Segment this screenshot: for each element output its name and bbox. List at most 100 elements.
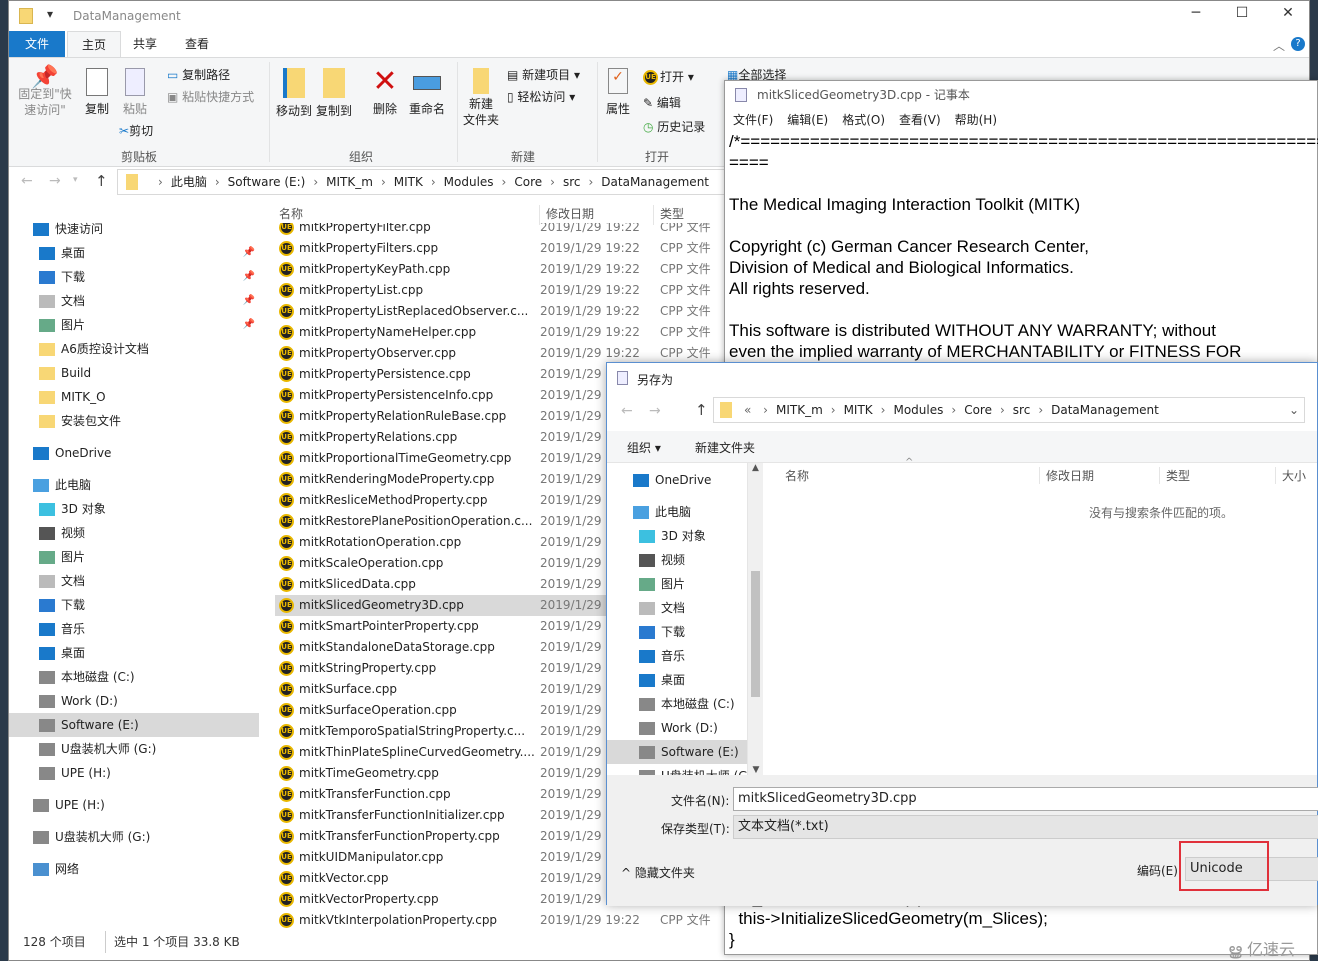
breadcrumb-item[interactable]: Software (E:) (228, 175, 306, 189)
pin-icon[interactable]: 📌 (243, 313, 255, 337)
pin-icon[interactable]: 📌 (243, 241, 255, 265)
nav-item[interactable]: U盘装机大师 (G:) (9, 825, 259, 849)
breadcrumb-item[interactable]: DataManagement (1051, 403, 1159, 417)
nav-item[interactable]: 本地磁盘 (C:) (9, 665, 259, 689)
nav-item[interactable]: 下载 📌 (9, 265, 259, 289)
collapse-ribbon-icon[interactable]: ︿ (1273, 37, 1285, 54)
back-button[interactable]: ← (621, 403, 633, 419)
delete-button[interactable]: ✕ 删除 (369, 64, 401, 117)
overflow-chevron[interactable]: « (744, 403, 751, 417)
file-row[interactable]: UE mitkPropertyNameHelper.cpp 2019/1/29 19… (275, 322, 735, 343)
nav-item[interactable]: 文档 (627, 596, 763, 620)
copy-to-button[interactable]: 复制到 (315, 68, 353, 119)
back-button[interactable]: ← (21, 173, 33, 189)
nav-item[interactable]: 网络 (9, 857, 259, 881)
properties-button[interactable]: ✓ 属性 (603, 68, 633, 117)
nav-item[interactable]: Build (9, 361, 259, 385)
up-button[interactable]: ↑ (95, 172, 108, 190)
breadcrumb-item[interactable]: Core (964, 403, 992, 417)
pin-icon[interactable]: 📌 (243, 289, 255, 313)
easy-access-button[interactable]: ▯ 轻松访问 ▾ (507, 88, 575, 105)
file-row[interactable]: UE mitkVtkInterpolationProperty.cpp 2019/1… (275, 910, 735, 931)
nav-item[interactable]: 此电脑 (627, 500, 763, 524)
column-header-date[interactable]: 修改日期 (1039, 467, 1094, 484)
breadcrumb-item[interactable]: MITK (394, 175, 423, 189)
rename-button[interactable]: 重命名 (407, 68, 447, 117)
nav-item[interactable]: U盘装机大师 (G:) (9, 737, 259, 761)
nav-item[interactable]: 下载 (9, 593, 259, 617)
breadcrumb-item[interactable]: MITK_m (326, 175, 373, 189)
nav-item[interactable]: 3D 对象 (627, 524, 763, 548)
pin-quick-access-button[interactable]: 📌 固定到"快 速访问" (13, 67, 77, 118)
nav-item[interactable]: 文档 📌 (9, 289, 259, 313)
nav-item[interactable]: 快速访问 (9, 217, 259, 241)
nav-item[interactable]: 视频 (627, 548, 763, 572)
new-folder-button[interactable]: 新建 文件夹 (461, 68, 501, 128)
forward-button[interactable]: → (649, 403, 661, 419)
nav-item[interactable]: 视频 (9, 521, 259, 545)
open-button[interactable]: UE 打开 ▾ (643, 68, 694, 85)
nav-item[interactable]: UPE (H:) (9, 793, 259, 817)
nav-item[interactable]: 桌面 (9, 641, 259, 665)
notepad-text-area[interactable]: /*======================================… (729, 131, 1318, 361)
nav-item[interactable]: 音乐 (627, 644, 763, 668)
nav-item[interactable]: UPE (H:) (9, 761, 259, 785)
pin-icon[interactable]: 📌 (243, 265, 255, 289)
breadcrumb-item[interactable]: src (563, 175, 581, 189)
scroll-thumb[interactable] (751, 571, 760, 697)
address-dropdown-icon[interactable]: ⌄ (1289, 403, 1299, 417)
nav-item[interactable]: 本地磁盘 (C:) (627, 692, 763, 716)
file-row[interactable]: UE mitkPropertyObserver.cpp 2019/1/29 19:2… (275, 343, 735, 364)
forward-button[interactable]: → (49, 173, 61, 189)
recent-dropdown-icon[interactable]: ▾ (73, 175, 78, 185)
nav-item[interactable]: Work (D:) (627, 716, 763, 740)
notepad-menu-item[interactable]: 格式(O) (842, 113, 885, 127)
scroll-up-icon[interactable]: ▲ (748, 463, 763, 473)
tab-share[interactable]: 共享 (119, 31, 171, 57)
file-row[interactable]: UE mitkPropertyList.cpp 2019/1/29 19:22 CPP… (275, 280, 735, 301)
nav-item[interactable]: OneDrive (627, 468, 763, 492)
nav-item[interactable]: 图片 📌 (9, 313, 259, 337)
nav-item[interactable]: 图片 (627, 572, 763, 596)
notepad-menu-item[interactable]: 帮助(H) (955, 113, 997, 127)
scroll-down-icon[interactable]: ▼ (748, 765, 764, 775)
nav-item[interactable]: 音乐 (9, 617, 259, 641)
nav-item[interactable]: Software (E:) (9, 713, 259, 737)
filename-input[interactable]: mitkSlicedGeometry3D.cpp (733, 787, 1318, 811)
organize-button[interactable]: 组织 ▾ (627, 439, 661, 456)
nav-item[interactable]: 桌面 📌 (9, 241, 259, 265)
nav-item[interactable]: Software (E:) (607, 740, 747, 764)
minimize-button[interactable]: ─ (1173, 5, 1219, 21)
hide-folders-button[interactable]: ^ 隐藏文件夹 (621, 864, 695, 881)
copy-button[interactable]: 复制 (79, 68, 115, 117)
maximize-button[interactable]: ☐ (1219, 5, 1265, 21)
new-item-button[interactable]: ▤ 新建项目 ▾ (507, 66, 580, 83)
paste-shortcut-button[interactable]: ▣ 粘贴快捷方式 (167, 88, 254, 105)
nav-item[interactable]: 安装包文件 (9, 409, 259, 433)
breadcrumb-item[interactable]: DataManagement (601, 175, 709, 189)
file-row[interactable]: UE mitkPropertyKeyPath.cpp 2019/1/29 19:22… (275, 259, 735, 280)
address-bar[interactable]: › 此电脑 › Software (E:) › MITK_m › MITK › Modules › C… (117, 169, 757, 195)
file-row[interactable]: UE mitkPropertyListReplacedObserver.c... 2… (275, 301, 735, 322)
paste-button[interactable]: 粘贴 (117, 68, 153, 117)
up-button[interactable]: ↑ (695, 401, 708, 419)
tab-home[interactable]: 主页 (67, 31, 122, 57)
nav-item[interactable]: MITK_O (9, 385, 259, 409)
nav-item[interactable]: U盘装机大师 (G: (627, 764, 763, 775)
edit-button[interactable]: ✎ 编辑 (643, 94, 681, 111)
nav-item[interactable]: OneDrive (9, 441, 259, 465)
dialog-address-bar[interactable]: « › MITK_m › MITK › Modules › Core › src › DataMana… (713, 397, 1305, 423)
column-header-type[interactable]: 类型 (1159, 467, 1190, 484)
breadcrumb-item[interactable]: src (1013, 403, 1031, 417)
breadcrumb-item[interactable]: 此电脑 (171, 175, 207, 189)
save-type-select[interactable]: 文本文档(*.txt) (733, 815, 1318, 839)
tab-file[interactable]: 文件 (9, 31, 66, 57)
column-header-type[interactable]: 类型 (653, 205, 684, 225)
column-header-name[interactable]: 名称 (279, 205, 303, 225)
notepad-menu-item[interactable]: 编辑(E) (787, 113, 828, 127)
notepad-menu-item[interactable]: 查看(V) (899, 113, 941, 127)
new-folder-button[interactable]: 新建文件夹 (695, 439, 755, 456)
breadcrumb-item[interactable]: Core (514, 175, 542, 189)
breadcrumb-item[interactable]: MITK_m (776, 403, 823, 417)
nav-item[interactable]: 下载 (627, 620, 763, 644)
